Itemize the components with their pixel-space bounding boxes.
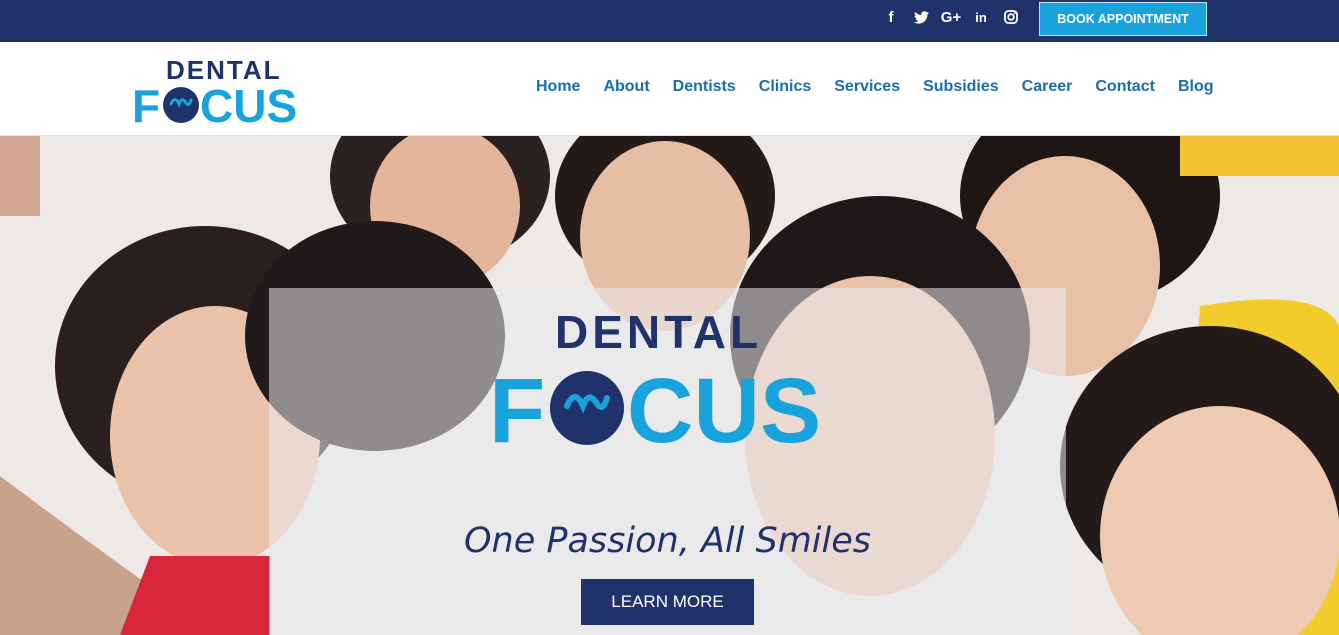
hero-banner: DENTAL F CUS One Passion, All Smiles LEA…: [0, 136, 1339, 635]
svg-text:CUS: CUS: [627, 360, 821, 456]
site-header: DENTAL F CUS Home About Dentists Clinics…: [0, 42, 1339, 136]
hero-overlay-card: DENTAL F CUS One Passion, All Smiles LEA…: [269, 288, 1066, 635]
top-bar: f G+ in BOOK APPOINTMENT: [0, 0, 1339, 42]
nav-clinics[interactable]: Clinics: [759, 78, 811, 96]
instagram-icon[interactable]: [996, 8, 1026, 26]
book-appointment-button[interactable]: BOOK APPOINTMENT: [1039, 2, 1207, 36]
svg-text:DENTAL: DENTAL: [555, 306, 762, 358]
dental-focus-logo[interactable]: DENTAL F CUS: [132, 52, 316, 126]
nav-about[interactable]: About: [603, 78, 649, 96]
svg-text:F: F: [132, 80, 160, 126]
linkedin-icon[interactable]: in: [966, 8, 996, 26]
learn-more-button[interactable]: LEARN MORE: [581, 579, 754, 625]
nav-home[interactable]: Home: [536, 78, 580, 96]
nav-dentists[interactable]: Dentists: [673, 78, 736, 96]
nav-blog[interactable]: Blog: [1178, 78, 1214, 96]
nav-subsidies[interactable]: Subsidies: [923, 78, 999, 96]
main-nav: Home About Dentists Clinics Services Sub…: [536, 78, 1213, 96]
twitter-icon[interactable]: [906, 8, 936, 26]
google-plus-icon[interactable]: G+: [936, 8, 966, 26]
svg-text:F: F: [489, 360, 545, 456]
nav-career[interactable]: Career: [1022, 78, 1073, 96]
dental-focus-logo-large: DENTAL F CUS: [489, 306, 821, 456]
nav-contact[interactable]: Contact: [1095, 78, 1155, 96]
facebook-icon[interactable]: f: [876, 8, 906, 26]
svg-text:CUS: CUS: [200, 80, 297, 126]
hero-tagline: One Passion, All Smiles: [463, 521, 872, 561]
social-links: f G+ in: [876, 8, 1026, 26]
nav-services[interactable]: Services: [834, 78, 900, 96]
